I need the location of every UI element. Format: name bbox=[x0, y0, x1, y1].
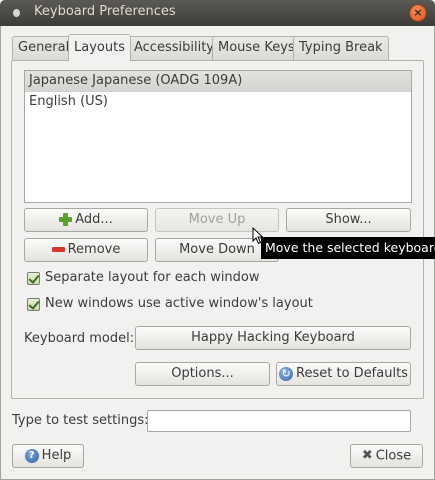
separate-layout-checkbox[interactable] bbox=[27, 272, 40, 285]
new-windows-active-label[interactable]: New windows use active window's layout bbox=[45, 296, 313, 311]
options-button[interactable]: Options... bbox=[135, 362, 270, 386]
new-windows-active-checkbox[interactable] bbox=[27, 298, 40, 311]
close-icon: ✖ bbox=[361, 448, 373, 463]
tab-general[interactable]: General bbox=[12, 36, 76, 60]
window-close-button[interactable]: × bbox=[409, 4, 427, 22]
remove-button-label: Remove bbox=[67, 242, 121, 257]
plus-icon bbox=[59, 213, 73, 226]
keyboard-model-button[interactable]: Happy Hacking Keyboard bbox=[135, 326, 411, 350]
list-item[interactable]: English (US) bbox=[25, 92, 411, 113]
list-item[interactable]: Japanese Japanese (OADG 109A) bbox=[25, 71, 411, 92]
add-button-label: Add... bbox=[75, 212, 113, 227]
reset-button-label: Reset to Defaults bbox=[296, 366, 408, 381]
test-settings-input[interactable] bbox=[147, 410, 411, 432]
close-button-label: Close bbox=[375, 448, 412, 464]
reset-defaults-button[interactable]: ↻ Reset to Defaults bbox=[276, 362, 411, 386]
window-menu-icon[interactable] bbox=[13, 9, 20, 17]
tab-accessibility[interactable]: Accessibility bbox=[128, 36, 220, 60]
window-title: Keyboard Preferences bbox=[34, 4, 176, 19]
help-button[interactable]: ? Help bbox=[12, 444, 84, 468]
tab-typing-break[interactable]: Typing Break bbox=[293, 36, 389, 60]
title-bar: Keyboard Preferences × bbox=[0, 0, 435, 26]
test-settings-label: Type to test settings: bbox=[12, 413, 149, 428]
tab-layouts[interactable]: Layouts bbox=[68, 34, 131, 61]
add-layout-button[interactable]: Add... bbox=[24, 208, 148, 232]
mouse-pointer-icon bbox=[252, 227, 264, 245]
remove-layout-button[interactable]: Remove bbox=[24, 238, 148, 262]
keyboard-model-label: Keyboard model: bbox=[24, 331, 135, 346]
minus-icon bbox=[51, 247, 65, 252]
tooltip: Move the selected keyboard layout down i… bbox=[261, 237, 435, 259]
help-button-label: Help bbox=[41, 448, 72, 463]
close-button[interactable]: ✖ Close bbox=[350, 444, 423, 468]
tab-mouse-keys[interactable]: Mouse Keys bbox=[212, 36, 301, 60]
layout-list[interactable]: Japanese Japanese (OADG 109A) English (U… bbox=[24, 70, 412, 203]
reset-icon: ↻ bbox=[279, 366, 294, 381]
help-icon: ? bbox=[24, 448, 39, 463]
separate-layout-label[interactable]: Separate layout for each window bbox=[45, 270, 260, 285]
show-layout-button[interactable]: Show... bbox=[286, 208, 411, 232]
